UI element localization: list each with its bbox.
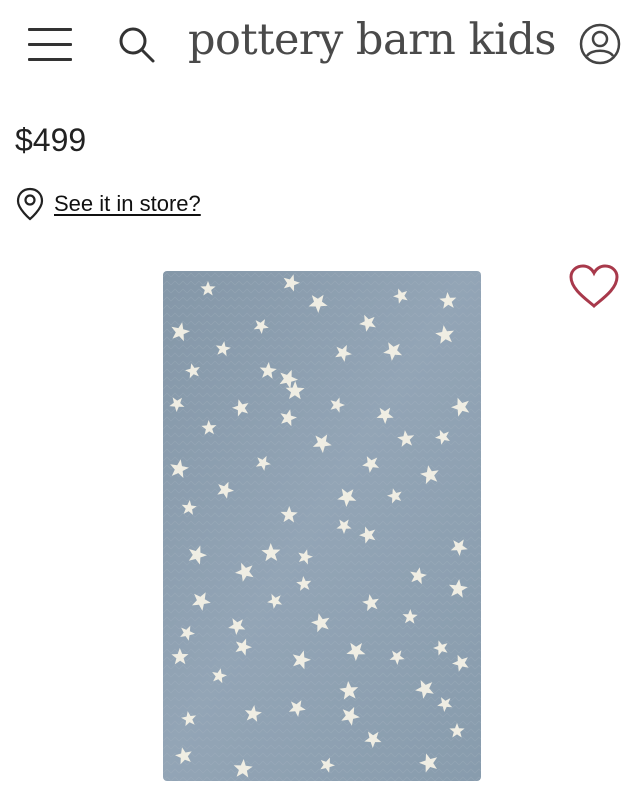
star-rug-image[interactable]: [163, 271, 481, 781]
brand-logo[interactable]: pottery barn kids: [188, 10, 556, 70]
product-page: pottery barn kids $499 See it in store?: [0, 0, 638, 811]
location-pin-icon: [16, 187, 44, 221]
site-header: pottery barn kids: [0, 0, 638, 90]
see-in-store-row[interactable]: See it in store?: [16, 184, 201, 224]
product-price: $499: [15, 122, 87, 158]
see-it-in-store-link[interactable]: See it in store?: [54, 191, 201, 217]
account-icon[interactable]: [578, 22, 622, 66]
heart-icon[interactable]: [568, 264, 620, 310]
search-icon[interactable]: [116, 24, 156, 64]
hamburger-menu-icon[interactable]: [28, 24, 74, 64]
